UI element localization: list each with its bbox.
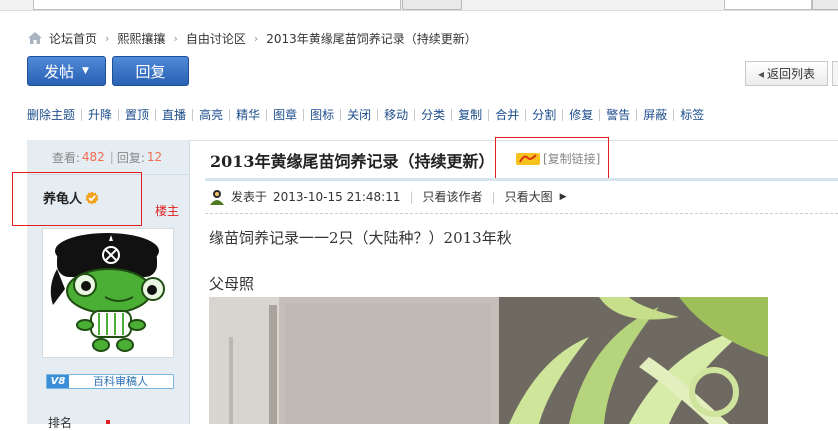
post-body-line: 缘苗饲养记录一一2只（大陆种？）2013年秋 xyxy=(209,229,512,247)
big-image-link[interactable]: 只看大图 xyxy=(505,188,553,205)
back-to-list-label: 返回列表 xyxy=(767,67,816,81)
online-user-icon xyxy=(210,189,224,205)
caret-right-icon[interactable]: ▶ xyxy=(560,192,567,202)
moderation-toolbar: 删除主题 升降 置顶 直播 高亮 精华 图章 图标 关闭 移动 分类 复制 合并… xyxy=(27,109,710,121)
mod-warn[interactable]: 警告 xyxy=(599,109,636,121)
new-post-label: 发帖 xyxy=(44,62,75,81)
mod-pin[interactable]: 置顶 xyxy=(118,109,155,121)
search-button[interactable] xyxy=(402,0,462,10)
mod-bump[interactable]: 升降 xyxy=(81,109,118,121)
post-photo[interactable] xyxy=(209,297,768,424)
copy-link-label: [复制链接] xyxy=(543,152,601,166)
mod-move[interactable]: 移动 xyxy=(377,109,414,121)
thread-stats: 查看: 482 | 回复: 12 xyxy=(27,140,189,175)
meta-divider: | xyxy=(409,189,414,204)
replies-label: 回复: xyxy=(116,150,145,165)
ranking-label: 排名 xyxy=(48,416,73,430)
thread-starter-tag: 楼主 xyxy=(155,204,180,218)
mod-stamp[interactable]: 图章 xyxy=(266,109,303,121)
stats-divider: | xyxy=(109,150,114,164)
reply-button[interactable]: 回复 xyxy=(112,56,189,86)
only-author-link[interactable]: 只看该作者 xyxy=(423,188,483,205)
turtle-avatar-image xyxy=(50,233,165,352)
replies-count: 12 xyxy=(146,150,163,164)
secondary-search-input[interactable] xyxy=(724,0,812,10)
avatar[interactable] xyxy=(42,228,174,358)
mod-repair[interactable]: 修复 xyxy=(562,109,599,121)
author-name[interactable]: 养龟人 xyxy=(43,188,99,207)
chevron-left-icon: ◂ xyxy=(757,66,764,81)
breadcrumb: 论坛首页 › 熙熙攘攘 › 自由讨论区 › 2013年黄缘尾苗饲养记录（持续更新… xyxy=(27,29,477,47)
views-count: 482 xyxy=(81,150,105,164)
reply-label: 回复 xyxy=(135,62,166,81)
breadcrumb-forum-home[interactable]: 论坛首页 xyxy=(49,30,97,47)
mod-block[interactable]: 屏蔽 xyxy=(636,109,673,121)
mod-close[interactable]: 关闭 xyxy=(340,109,377,121)
breadcrumb-current-thread[interactable]: 2013年黄缘尾苗饲养记录（持续更新） xyxy=(266,30,477,47)
back-to-list-button[interactable]: ◂ 返回列表 xyxy=(745,61,828,86)
turtle-parents-photo xyxy=(209,297,768,424)
rank-title: 百科审稿人 xyxy=(93,375,148,388)
mod-split[interactable]: 分割 xyxy=(525,109,562,121)
mod-live[interactable]: 直播 xyxy=(155,109,192,121)
breadcrumb-board[interactable]: 熙熙攘攘 xyxy=(117,30,165,47)
verified-badge-icon xyxy=(85,191,99,204)
title-underline xyxy=(205,178,838,181)
post-title: 2013年黄缘尾苗饲养记录（持续更新） xyxy=(210,152,495,171)
chevron-down-icon: ▼ xyxy=(82,66,89,76)
rank-level: V8 xyxy=(47,375,69,388)
meta-divider-line xyxy=(205,213,838,214)
mod-merge[interactable]: 合并 xyxy=(488,109,525,121)
post-body-line: 父母照 xyxy=(209,275,255,293)
mod-delete-thread[interactable]: 删除主题 xyxy=(27,109,81,121)
copy-link-button[interactable]: [复制链接] xyxy=(516,150,600,167)
posted-label: 发表于 xyxy=(231,190,268,204)
breadcrumb-subboard[interactable]: 自由讨论区 xyxy=(186,30,246,47)
next-page-button[interactable] xyxy=(832,61,838,86)
posted-time: 2013-10-15 21:48:11 xyxy=(273,189,401,204)
user-rank-badge[interactable]: V8 百科审稿人 xyxy=(46,374,174,389)
mod-category[interactable]: 分类 xyxy=(414,109,451,121)
home-icon[interactable] xyxy=(27,31,43,45)
mod-tags[interactable]: 标签 xyxy=(673,109,710,121)
mod-digest[interactable]: 精华 xyxy=(229,109,266,121)
mod-icon[interactable]: 图标 xyxy=(303,109,340,121)
breadcrumb-separator: › xyxy=(253,31,259,45)
copy-link-icon xyxy=(516,152,540,165)
breadcrumb-separator: › xyxy=(105,31,110,45)
mod-copy[interactable]: 复制 xyxy=(451,109,488,121)
breadcrumb-separator: › xyxy=(173,31,178,45)
new-post-button[interactable]: 发帖 ▼ xyxy=(27,56,106,86)
meta-divider: | xyxy=(491,189,496,204)
mod-highlight[interactable]: 高亮 xyxy=(192,109,229,121)
secondary-search-button[interactable] xyxy=(812,0,838,10)
author-username[interactable]: 养龟人 xyxy=(43,188,82,207)
ranking-value-marker xyxy=(106,420,110,424)
search-input[interactable] xyxy=(33,0,401,10)
post-meta: 发表于 2013-10-15 21:48:11 | 只看该作者 | 只看大图 ▶ xyxy=(209,188,567,205)
top-search-bar xyxy=(0,0,838,11)
views-label: 查看: xyxy=(51,150,80,165)
